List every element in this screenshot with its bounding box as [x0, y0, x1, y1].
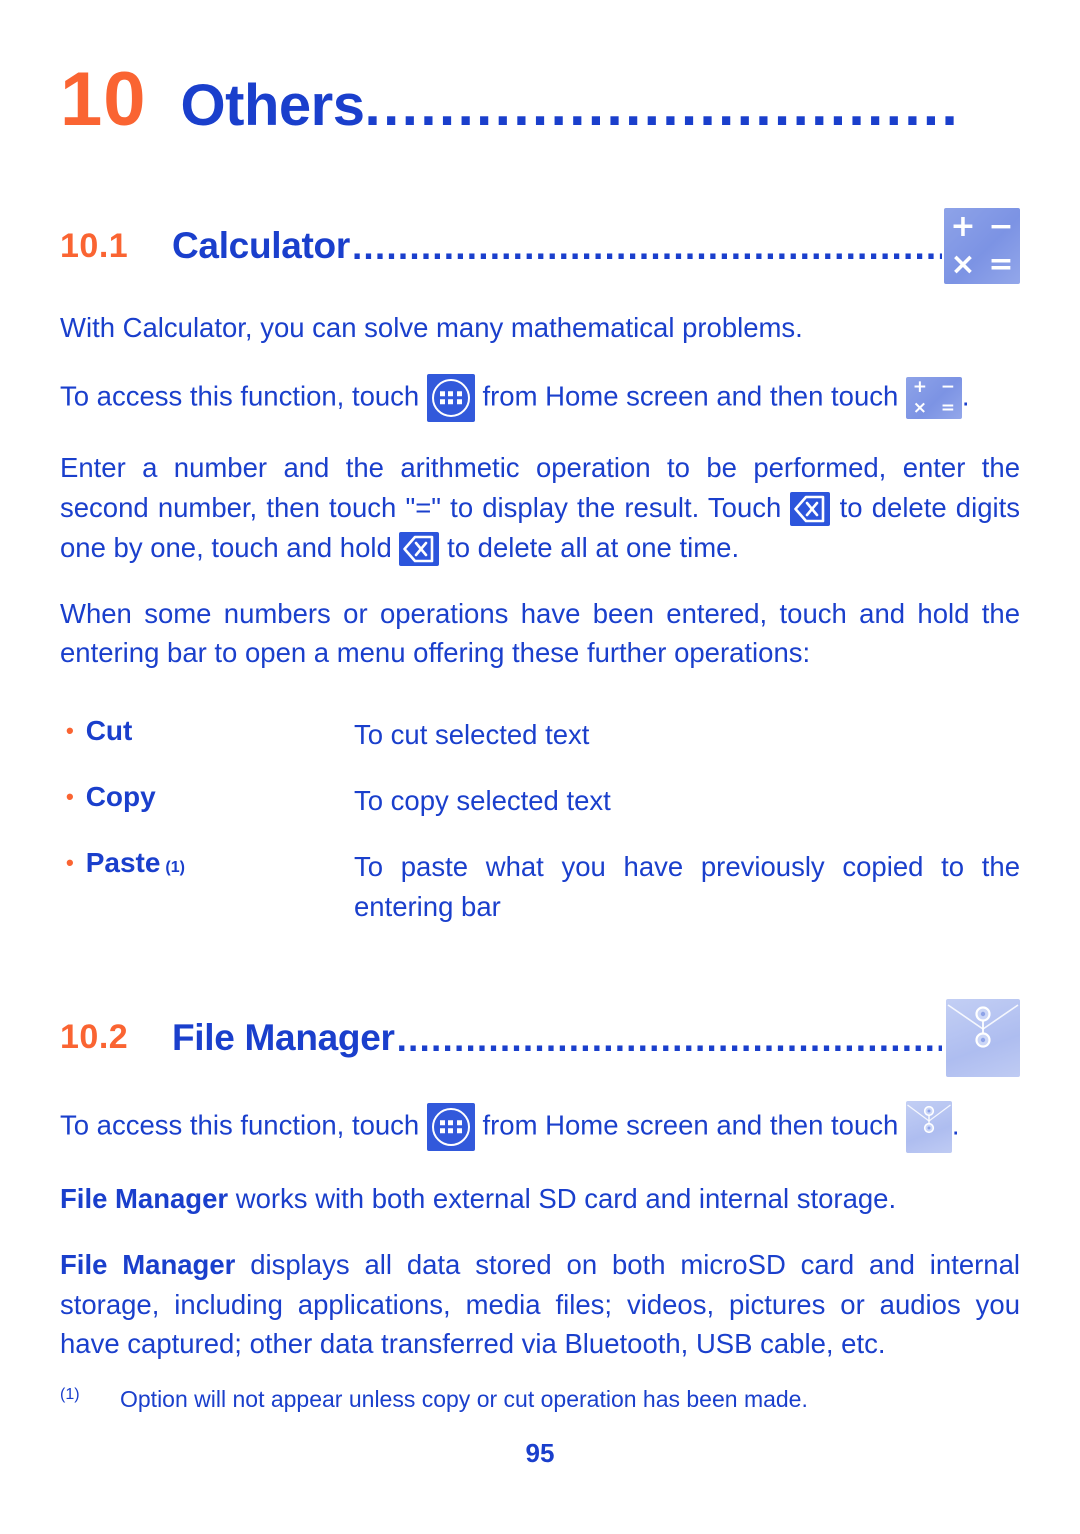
- manual-page: 10 Others ..............................…: [0, 0, 1080, 1534]
- section-title-calculator: Calculator: [172, 225, 350, 266]
- file-manager-access-text-2: from Home screen and then touch: [482, 1109, 899, 1141]
- calc-equals-glyph-inline: =: [940, 397, 956, 418]
- chapter-title: 10 Others ..............................…: [60, 0, 1020, 138]
- list-item: • Paste (1) To paste what you have previ…: [60, 847, 1020, 927]
- file-manager-access-text-1: To access this function, touch: [60, 1109, 420, 1141]
- calculator-icon: + − × =: [944, 208, 1020, 284]
- file-manager-works-paragraph: File Manager works with both external SD…: [60, 1179, 1020, 1219]
- option-term-cut: • Cut: [60, 715, 354, 747]
- option-label-copy: Copy: [85, 781, 156, 813]
- bullet-icon: •: [66, 718, 74, 744]
- calculator-intro-paragraph: With Calculator, you can solve many math…: [60, 312, 803, 343]
- chapter-number: 10: [60, 57, 147, 142]
- file-manager-access-paragraph: To access this function, touch from Home…: [60, 1100, 1020, 1153]
- calc-times-glyph-inline: ×: [912, 397, 928, 418]
- calc-times-glyph: ×: [950, 247, 976, 282]
- backspace-delete-icon-2: [399, 532, 440, 567]
- bullet-icon: •: [66, 850, 74, 875]
- calculator-access-text-2: from Home screen and then touch: [482, 380, 899, 412]
- chapter-leader-dots: ................................: [364, 77, 961, 135]
- section-heading-file-manager: 10.2 File Manager ......................…: [60, 998, 1020, 1077]
- footnote-text: Option will not appear unless copy or cu…: [120, 1386, 808, 1412]
- list-item: • Cut To cut selected text: [60, 715, 1020, 755]
- page-number: 95: [525, 1438, 555, 1468]
- file-manager-works-bold: File Manager: [60, 1182, 229, 1214]
- file-manager-displays-paragraph: File Manager displays all data stored on…: [60, 1245, 1020, 1365]
- file-manager-icon-inline: [905, 1100, 952, 1153]
- calculator-access-text-1: To access this function, touch: [60, 380, 420, 412]
- calc-minus-glyph: −: [988, 209, 1014, 244]
- footnote-marker-paste: (1): [165, 859, 185, 876]
- option-term-paste: • Paste (1): [60, 847, 354, 879]
- section-leader-dots-calculator: ........................................…: [351, 226, 942, 266]
- app-drawer-icon-file-manager: [426, 1102, 475, 1151]
- calc-plus-glyph: +: [950, 209, 976, 244]
- section-icon-slot-file-manager: [942, 998, 1020, 1077]
- section-title-file-manager: File Manager: [172, 1016, 395, 1058]
- option-term-copy: • Copy: [60, 781, 354, 813]
- calculator-icon-inline: + − × =: [905, 376, 962, 419]
- option-label-paste: Paste: [85, 847, 161, 878]
- calculator-access-text-3: .: [961, 380, 970, 412]
- section-heading-calculator: 10.1 Calculator ........................…: [60, 208, 1020, 284]
- calc-minus-glyph-inline: −: [940, 376, 956, 397]
- chapter-name: Others: [180, 73, 365, 138]
- backspace-delete-icon-1: [790, 492, 831, 527]
- list-item: • Copy To copy selected text: [60, 781, 1020, 821]
- option-description-copy: To copy selected text: [354, 785, 611, 817]
- footnote-marker: (1): [60, 1386, 80, 1403]
- option-description-cut: To cut selected text: [354, 719, 590, 751]
- calculator-operation-paragraph: Enter a number and the arithmetic operat…: [60, 448, 1020, 568]
- option-description-paste: To paste what you have previously copied…: [354, 851, 1020, 922]
- calculator-access-paragraph: To access this function, touch from Home…: [60, 373, 1020, 422]
- file-manager-displays-bold: File Manager: [60, 1248, 236, 1280]
- section-leader-dots-file-manager: ........................................…: [396, 1017, 942, 1058]
- calc-plus-glyph-inline: +: [912, 376, 928, 397]
- footnote: (1) Option will not appear unless copy o…: [60, 1386, 1020, 1413]
- bullet-icon: •: [66, 784, 74, 810]
- calc-equals-glyph: =: [988, 247, 1014, 282]
- section-number-calculator: 10.1: [60, 226, 129, 265]
- calculator-operation-text-3: to delete all at one time.: [447, 531, 740, 563]
- file-manager-works-rest: works with both external SD card and int…: [228, 1182, 897, 1214]
- calculator-menu-paragraph: When some numbers or operations have bee…: [60, 597, 1020, 669]
- option-label-cut: Cut: [85, 715, 133, 747]
- section-number-file-manager: 10.2: [60, 1018, 129, 1057]
- file-manager-access-text-3: .: [951, 1109, 960, 1141]
- section-icon-slot-calculator: + − × =: [942, 208, 1020, 284]
- file-manager-icon: [946, 998, 1020, 1077]
- calculator-options-list: • Cut To cut selected text • Copy To cop…: [60, 715, 1020, 927]
- app-drawer-icon: [426, 373, 475, 422]
